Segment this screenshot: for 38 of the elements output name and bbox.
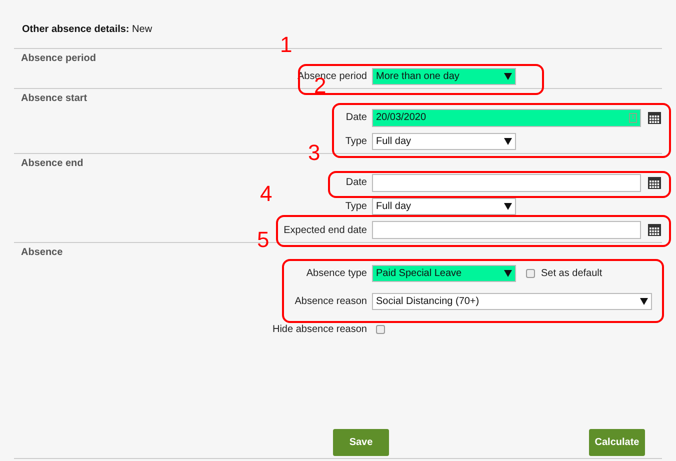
checkbox-label: Set as default [541, 267, 602, 282]
section-title: Absence [20, 246, 64, 260]
date-field[interactable]: 20/03/2020 [372, 108, 641, 127]
field-label: Date [344, 176, 368, 190]
checkbox[interactable] [526, 269, 535, 278]
section-title: Absence end [20, 157, 84, 171]
caret-icon [504, 270, 512, 278]
field-label: Type [344, 200, 368, 214]
field-label: Date [344, 111, 368, 126]
section-title: Absence period [20, 52, 98, 66]
checkbox[interactable] [376, 324, 385, 334]
save-button[interactable]: Save [333, 429, 389, 456]
dropdown-select[interactable]: Social Distancing (70+) [372, 292, 652, 310]
caret-icon [504, 73, 512, 80]
field-label: Absence type [305, 267, 368, 282]
field-label: Absence reason [294, 294, 368, 309]
calendar-icon[interactable] [648, 112, 661, 124]
dropdown-select[interactable]: Full day [372, 198, 516, 215]
date-field[interactable] [372, 174, 641, 192]
callout-number: 4 [260, 183, 272, 205]
calculate-button[interactable]: Calculate [589, 429, 645, 456]
callout-number: 5 [257, 229, 270, 251]
field-label: Type [344, 134, 368, 149]
caret-icon [504, 202, 512, 210]
field-label: Expected end date [282, 224, 368, 238]
details-heading: Other absence details: New [22, 22, 152, 36]
dropdown-select[interactable]: Full day [372, 132, 516, 150]
section-title: Absence start [20, 92, 88, 106]
field-label: Hide absence reason [271, 322, 368, 337]
dropdown-select[interactable]: More than one day [372, 68, 516, 86]
callout-number: 3 [308, 142, 320, 164]
caret-icon [640, 298, 648, 305]
calendar-icon[interactable] [648, 176, 661, 189]
dropdown-select[interactable]: Paid Special Leave [372, 265, 516, 282]
date-field[interactable] [372, 221, 641, 240]
callout-number: 1 [280, 34, 292, 56]
calendar-icon[interactable] [648, 224, 661, 236]
caret-icon [504, 138, 512, 145]
